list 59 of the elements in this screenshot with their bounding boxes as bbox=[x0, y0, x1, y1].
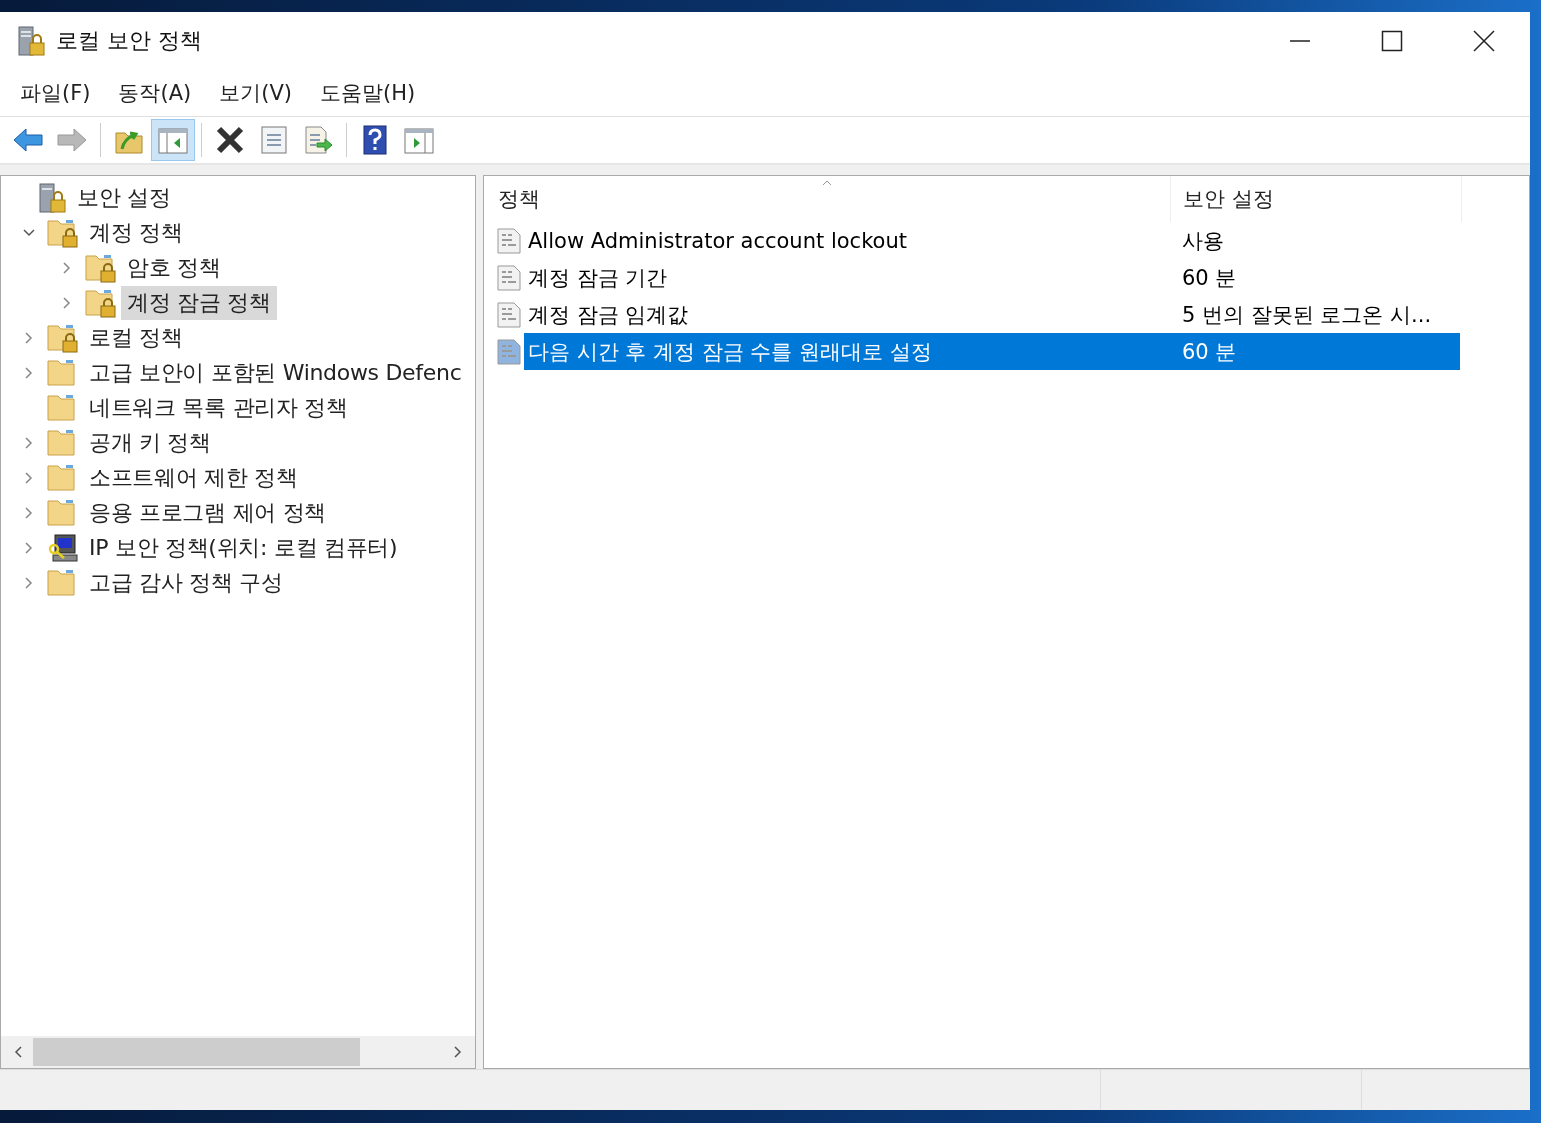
menu-item[interactable]: 도움말(H) bbox=[320, 79, 416, 107]
tree-tool-button[interactable] bbox=[151, 119, 195, 161]
policy-icon bbox=[496, 263, 522, 292]
chevron-right-icon[interactable] bbox=[24, 435, 34, 450]
policy-row[interactable]: 다음 시간 후 계정 잠금 수를 원래대로 설정 60 분 bbox=[524, 333, 1460, 370]
tree-item[interactable]: 공개 키 정책 bbox=[83, 425, 217, 460]
policy-setting: 60 분 bbox=[1182, 264, 1237, 292]
server-lock-icon bbox=[39, 182, 67, 213]
menu-item[interactable]: 동작(A) bbox=[118, 79, 192, 107]
policy-icon bbox=[496, 226, 522, 255]
column-header[interactable]: 정책 bbox=[498, 176, 1170, 222]
scroll-right-icon[interactable] bbox=[453, 1045, 463, 1059]
policy-name: 다음 시간 후 계정 잠금 수를 원래대로 설정 bbox=[527, 338, 933, 366]
locked-folder-icon bbox=[85, 287, 117, 318]
tree-item[interactable]: IP 보안 정책(위치: 로컬 컴퓨터) bbox=[83, 530, 404, 565]
locked-folder-icon bbox=[47, 322, 79, 353]
scroll-left-icon[interactable] bbox=[13, 1045, 23, 1059]
chevron-right-icon[interactable] bbox=[24, 540, 34, 555]
tree-item[interactable]: 보안 설정 bbox=[71, 180, 177, 215]
chevron-right-icon[interactable] bbox=[24, 575, 34, 590]
tree-item[interactable]: 소프트웨어 제한 정책 bbox=[83, 460, 304, 495]
chevron-down-icon[interactable] bbox=[22, 227, 36, 238]
horizontal-scrollbar[interactable] bbox=[1, 1036, 475, 1068]
locked-folder-icon bbox=[47, 217, 79, 248]
policy-setting: 60 분 bbox=[1182, 338, 1237, 366]
chevron-right-icon[interactable] bbox=[24, 505, 34, 520]
policy-row[interactable]: Allow Administrator account lockout 사용 bbox=[524, 222, 1460, 259]
chevron-right-icon[interactable] bbox=[24, 330, 34, 345]
tree-item[interactable]: 암호 정책 bbox=[121, 250, 227, 285]
maximize-icon[interactable] bbox=[1381, 30, 1403, 52]
tree-item[interactable]: 고급 감사 정책 구성 bbox=[83, 565, 289, 600]
chevron-right-icon[interactable] bbox=[62, 260, 72, 275]
tree-item[interactable]: 로컬 정책 bbox=[83, 320, 189, 355]
policy-name: 계정 잠금 임계값 bbox=[527, 301, 690, 329]
policy-name: 계정 잠금 기간 bbox=[527, 264, 669, 292]
policy-setting: 5 번의 잘못된 로그온 시... bbox=[1182, 301, 1432, 329]
policy-row[interactable]: 계정 잠금 기간 60 분 bbox=[524, 259, 1460, 296]
policy-row[interactable]: 계정 잠금 임계값 5 번의 잘못된 로그온 시... bbox=[524, 296, 1460, 333]
chevron-right-icon[interactable] bbox=[62, 295, 72, 310]
locked-folder-icon bbox=[85, 252, 117, 283]
menu-item[interactable]: 보기(V) bbox=[219, 79, 292, 107]
tree-item[interactable]: 네트워크 목록 관리자 정책 bbox=[83, 390, 354, 425]
policy-icon bbox=[496, 300, 522, 329]
tree-item[interactable]: 계정 정책 bbox=[83, 215, 189, 250]
tree-item[interactable]: 고급 보안이 포함된 Windows Defenc bbox=[83, 355, 468, 390]
menu-item[interactable]: 파일(F) bbox=[20, 79, 91, 107]
sort-caret-icon bbox=[822, 180, 832, 186]
chevron-right-icon[interactable] bbox=[24, 365, 34, 380]
scrollbar-thumb[interactable] bbox=[33, 1038, 360, 1066]
tree-item[interactable]: 응용 프로그램 제어 정책 bbox=[83, 495, 333, 530]
policy-icon bbox=[496, 337, 522, 366]
close-icon[interactable] bbox=[1473, 30, 1495, 52]
policy-name: Allow Administrator account lockout bbox=[527, 228, 908, 253]
window-title: 로컬 보안 정책 bbox=[56, 27, 202, 55]
tree-item[interactable]: 계정 잠금 정책 bbox=[121, 285, 277, 320]
chevron-right-icon[interactable] bbox=[24, 470, 34, 485]
column-header[interactable]: 보안 설정 bbox=[1170, 176, 1462, 222]
server-lock-icon bbox=[18, 25, 46, 57]
policy-setting: 사용 bbox=[1182, 227, 1224, 255]
